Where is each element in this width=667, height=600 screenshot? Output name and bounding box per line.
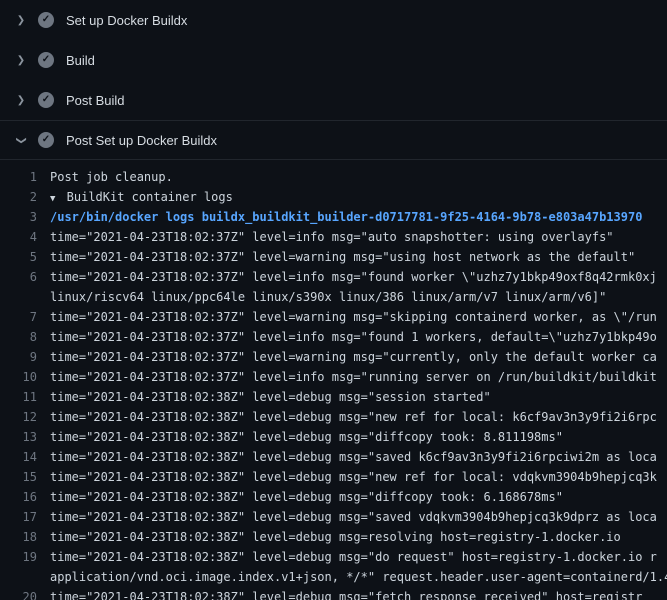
line-number[interactable]: 10	[0, 367, 50, 387]
line-text: time="2021-04-23T18:02:37Z" level=warnin…	[50, 307, 667, 327]
line-text: time="2021-04-23T18:02:38Z" level=debug …	[50, 387, 667, 407]
log-line: 7 time="2021-04-23T18:02:37Z" level=warn…	[0, 307, 667, 327]
line-text: time="2021-04-23T18:02:38Z" level=debug …	[50, 547, 667, 567]
line-number[interactable]: 19	[0, 547, 50, 567]
line-text: linux/riscv64 linux/ppc64le linux/s390x …	[50, 287, 667, 307]
line-number[interactable]: 15	[0, 467, 50, 487]
line-number[interactable]: 16	[0, 487, 50, 507]
line-text: time="2021-04-23T18:02:38Z" level=debug …	[50, 527, 667, 547]
line-text: application/vnd.oci.image.index.v1+json,…	[50, 567, 667, 587]
step-header-build[interactable]: ❯ ✓ Build	[0, 40, 667, 80]
step-label: Set up Docker Buildx	[66, 13, 187, 28]
line-text: time="2021-04-23T18:02:37Z" level=info m…	[50, 227, 667, 247]
line-number[interactable]: 14	[0, 447, 50, 467]
step-header-setup-docker-buildx[interactable]: ❯ ✓ Set up Docker Buildx	[0, 0, 667, 40]
job-steps-panel: ❯ ✓ Set up Docker Buildx ❯ ✓ Build ❯ ✓ P…	[0, 0, 667, 600]
line-number[interactable]: 17	[0, 507, 50, 527]
log-lines: 1 Post job cleanup. 2 ▼ BuildKit contain…	[0, 160, 667, 600]
line-number[interactable]: 4	[0, 227, 50, 247]
line-text: time="2021-04-23T18:02:38Z" level=debug …	[50, 467, 667, 487]
line-number[interactable]: 8	[0, 327, 50, 347]
log-line: 20 time="2021-04-23T18:02:38Z" level=deb…	[0, 587, 667, 600]
log-line: 17 time="2021-04-23T18:02:38Z" level=deb…	[0, 507, 667, 527]
log-line: 11 time="2021-04-23T18:02:38Z" level=deb…	[0, 387, 667, 407]
line-text: ▼ BuildKit container logs	[50, 187, 667, 209]
log-line: 8 time="2021-04-23T18:02:37Z" level=info…	[0, 327, 667, 347]
line-number[interactable]: 1	[0, 167, 50, 187]
log-line: 13 time="2021-04-23T18:02:38Z" level=deb…	[0, 427, 667, 447]
line-text: time="2021-04-23T18:02:37Z" level=warnin…	[50, 347, 667, 367]
log-line: 3 /usr/bin/docker logs buildx_buildkit_b…	[0, 207, 667, 227]
log-line: 9 time="2021-04-23T18:02:37Z" level=warn…	[0, 347, 667, 367]
line-number[interactable]: 7	[0, 307, 50, 327]
line-text: time="2021-04-23T18:02:37Z" level=info m…	[50, 327, 667, 347]
log-line: 16 time="2021-04-23T18:02:38Z" level=deb…	[0, 487, 667, 507]
step-header-post-setup-docker-buildx[interactable]: ❯ ✓ Post Set up Docker Buildx	[0, 120, 667, 160]
group-caret-icon[interactable]: ▼	[50, 194, 55, 204]
chevron-right-icon: ❯	[13, 95, 29, 106]
step-label: Build	[66, 53, 95, 68]
line-text: time="2021-04-23T18:02:37Z" level=info m…	[50, 367, 667, 387]
line-number[interactable]: 5	[0, 247, 50, 267]
line-number[interactable]: 3	[0, 207, 50, 227]
line-number[interactable]: 18	[0, 527, 50, 547]
line-number[interactable]: 11	[0, 387, 50, 407]
line-text: time="2021-04-23T18:02:38Z" level=debug …	[50, 427, 667, 447]
step-label: Post Set up Docker Buildx	[66, 133, 217, 148]
log-line: 4 time="2021-04-23T18:02:37Z" level=info…	[0, 227, 667, 247]
log-line: linux/riscv64 linux/ppc64le linux/s390x …	[0, 287, 667, 307]
check-circle-icon: ✓	[38, 52, 54, 68]
line-number[interactable]: 20	[0, 587, 50, 600]
log-line: 10 time="2021-04-23T18:02:37Z" level=inf…	[0, 367, 667, 387]
log-line: 5 time="2021-04-23T18:02:37Z" level=warn…	[0, 247, 667, 267]
line-text: /usr/bin/docker logs buildx_buildkit_bui…	[50, 207, 667, 227]
log-line: 15 time="2021-04-23T18:02:38Z" level=deb…	[0, 467, 667, 487]
log-line: 18 time="2021-04-23T18:02:38Z" level=deb…	[0, 527, 667, 547]
check-circle-icon: ✓	[38, 92, 54, 108]
line-number[interactable]: 9	[0, 347, 50, 367]
log-line: 2 ▼ BuildKit container logs	[0, 187, 667, 207]
line-number[interactable]: 13	[0, 427, 50, 447]
chevron-right-icon: ❯	[13, 15, 29, 26]
line-text: time="2021-04-23T18:02:37Z" level=warnin…	[50, 247, 667, 267]
check-circle-icon: ✓	[38, 12, 54, 28]
line-text: time="2021-04-23T18:02:38Z" level=debug …	[50, 447, 667, 467]
line-text: time="2021-04-23T18:02:38Z" level=debug …	[50, 487, 667, 507]
step-header-post-build[interactable]: ❯ ✓ Post Build	[0, 80, 667, 120]
line-text: time="2021-04-23T18:02:38Z" level=debug …	[50, 407, 667, 427]
log-line: 12 time="2021-04-23T18:02:38Z" level=deb…	[0, 407, 667, 427]
log-line: 1 Post job cleanup.	[0, 167, 667, 187]
line-number[interactable]: 6	[0, 267, 50, 287]
line-number[interactable]: 12	[0, 407, 50, 427]
log-line: 19 time="2021-04-23T18:02:38Z" level=deb…	[0, 547, 667, 567]
step-label: Post Build	[66, 93, 125, 108]
line-text: time="2021-04-23T18:02:37Z" level=info m…	[50, 267, 667, 287]
line-text: Post job cleanup.	[50, 167, 667, 187]
chevron-right-icon: ❯	[13, 55, 29, 66]
line-number[interactable]: 2	[0, 187, 50, 207]
log-line: application/vnd.oci.image.index.v1+json,…	[0, 567, 667, 587]
line-text: time="2021-04-23T18:02:38Z" level=debug …	[50, 507, 667, 527]
log-line: 14 time="2021-04-23T18:02:38Z" level=deb…	[0, 447, 667, 467]
check-circle-icon: ✓	[38, 132, 54, 148]
log-line: 6 time="2021-04-23T18:02:37Z" level=info…	[0, 267, 667, 287]
line-text: time="2021-04-23T18:02:38Z" level=debug …	[50, 587, 667, 600]
chevron-down-icon: ❯	[16, 132, 27, 148]
